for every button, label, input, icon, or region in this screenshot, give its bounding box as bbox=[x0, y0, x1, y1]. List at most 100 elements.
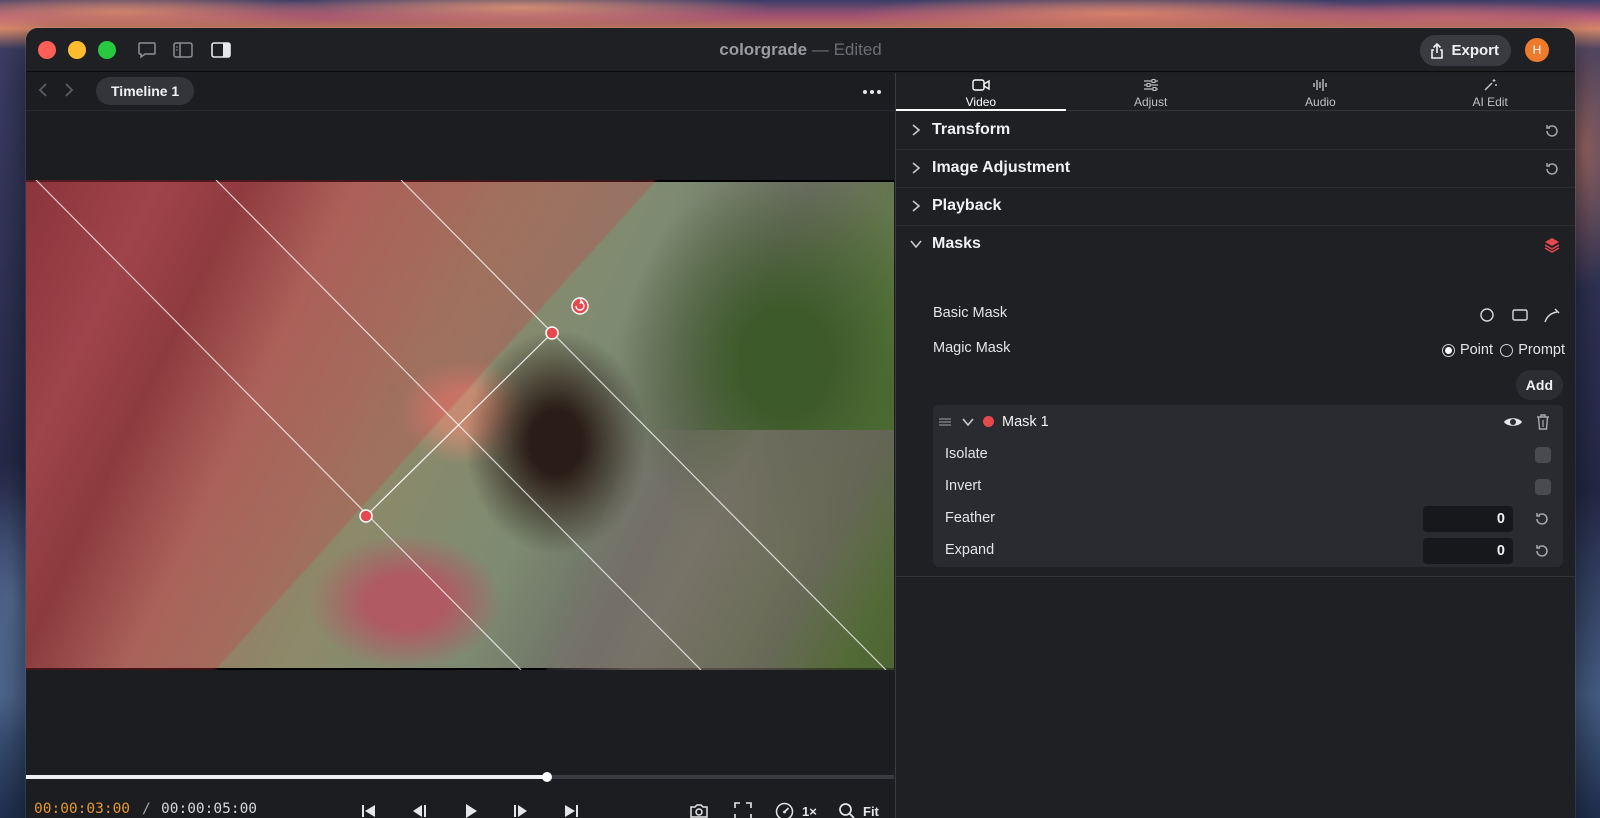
chevron-down-icon[interactable] bbox=[962, 416, 974, 428]
reset-icon[interactable] bbox=[1543, 122, 1561, 140]
invert-label: Invert bbox=[945, 478, 982, 494]
magic-wand-icon bbox=[1482, 77, 1498, 93]
waveform-icon bbox=[1312, 77, 1328, 93]
section-playback-title: Playback bbox=[932, 197, 1002, 214]
chevron-right-icon bbox=[912, 200, 921, 212]
export-button[interactable]: Export bbox=[1420, 35, 1511, 66]
section-image-adjustment[interactable]: Image Adjustment bbox=[896, 150, 1575, 188]
chevron-down-icon bbox=[910, 240, 922, 249]
invert-checkbox[interactable] bbox=[1535, 479, 1551, 495]
mask-handle-end[interactable] bbox=[545, 326, 559, 340]
document-name: colorgrade bbox=[719, 40, 808, 59]
section-image-adjustment-title: Image Adjustment bbox=[932, 159, 1071, 176]
tab-adjust-label: Adjust bbox=[1133, 95, 1168, 109]
mask-rotate-handle[interactable] bbox=[571, 297, 589, 315]
playback-scrubber[interactable] bbox=[26, 772, 894, 782]
transport-bar: 00:00:03:00 / 00:00:05:00 1× Fit bbox=[26, 791, 894, 818]
magic-mask-label: Magic Mask bbox=[933, 340, 1011, 356]
section-masks-title: Masks bbox=[932, 235, 981, 252]
isolate-checkbox[interactable] bbox=[1535, 447, 1551, 463]
inspector-panel: Video Adjust Audio AI Edit Transform Ima… bbox=[895, 73, 1575, 818]
chevron-right-icon bbox=[912, 162, 921, 174]
feather-input[interactable]: 0 bbox=[1423, 506, 1513, 532]
avatar[interactable]: H bbox=[1525, 38, 1549, 62]
mask-handle-start[interactable] bbox=[359, 509, 373, 523]
section-playback[interactable]: Playback bbox=[896, 188, 1575, 226]
ellipse-mask-icon[interactable] bbox=[1478, 306, 1496, 324]
playback-speed-control[interactable]: 1× bbox=[775, 800, 817, 818]
chevron-right-icon bbox=[912, 124, 921, 136]
video-camera-icon bbox=[972, 77, 990, 93]
masks-section-divider bbox=[896, 576, 1575, 577]
invert-row: Invert bbox=[945, 471, 1563, 503]
previous-frame-icon[interactable] bbox=[408, 800, 430, 818]
export-label: Export bbox=[1451, 42, 1499, 59]
current-timecode: 00:00:03:00 bbox=[34, 801, 131, 817]
total-timecode: 00:00:05:00 bbox=[161, 801, 258, 817]
radio-prompt-indicator bbox=[1500, 343, 1514, 357]
app-window: colorgrade — Edited Export H Timeline 1 bbox=[26, 28, 1575, 818]
tab-ai-edit[interactable]: AI Edit bbox=[1405, 73, 1575, 110]
radio-point[interactable]: Point bbox=[1441, 342, 1493, 358]
eye-icon[interactable] bbox=[1503, 414, 1523, 430]
forward-arrow-icon[interactable] bbox=[64, 82, 80, 102]
scrubber-playhead[interactable] bbox=[541, 772, 552, 782]
tab-ai-edit-label: AI Edit bbox=[1472, 95, 1508, 109]
more-options-icon[interactable] bbox=[862, 84, 882, 100]
mask-name: Mask 1 bbox=[1002, 414, 1049, 430]
tab-video-label: Video bbox=[965, 95, 997, 109]
viewer-toolbar: Timeline 1 bbox=[26, 73, 894, 111]
isolate-label: Isolate bbox=[945, 446, 988, 462]
tab-adjust[interactable]: Adjust bbox=[1066, 73, 1236, 110]
scrubber-progress bbox=[26, 775, 547, 779]
expand-row: Expand 0 bbox=[945, 535, 1563, 567]
timeline-tab[interactable]: Timeline 1 bbox=[96, 77, 195, 105]
layers-icon bbox=[1544, 238, 1560, 253]
trash-icon[interactable] bbox=[1535, 413, 1551, 431]
isolate-row: Isolate bbox=[945, 439, 1563, 471]
radio-point-indicator bbox=[1441, 343, 1455, 357]
timecode-separator: / bbox=[142, 801, 151, 817]
back-arrow-icon[interactable] bbox=[38, 82, 54, 102]
play-icon[interactable] bbox=[460, 800, 482, 818]
add-mask-button[interactable]: Add bbox=[1515, 370, 1563, 400]
video-preview[interactable] bbox=[26, 180, 894, 670]
magnifier-icon bbox=[839, 803, 855, 818]
tab-audio[interactable]: Audio bbox=[1236, 73, 1406, 110]
tab-video[interactable]: Video bbox=[896, 73, 1066, 111]
feather-row: Feather 0 bbox=[945, 503, 1563, 535]
rectangle-mask-icon[interactable] bbox=[1511, 306, 1529, 324]
next-frame-icon[interactable] bbox=[510, 800, 532, 818]
section-masks[interactable]: Masks bbox=[896, 226, 1575, 264]
inspector-tabs: Video Adjust Audio AI Edit bbox=[896, 73, 1575, 111]
feather-label: Feather bbox=[945, 510, 995, 526]
mask-color-dot bbox=[983, 416, 994, 427]
speedometer-icon bbox=[775, 802, 794, 818]
window-title: colorgrade — Edited bbox=[26, 40, 1575, 60]
section-transform-title: Transform bbox=[932, 121, 1011, 138]
fullscreen-icon[interactable] bbox=[732, 800, 754, 818]
basic-mask-label: Basic Mask bbox=[933, 305, 1008, 321]
title-separator: — bbox=[811, 40, 829, 59]
reset-icon[interactable] bbox=[1543, 160, 1561, 178]
pen-mask-icon[interactable] bbox=[1543, 306, 1561, 324]
snapshot-camera-icon[interactable] bbox=[688, 800, 710, 818]
reset-icon[interactable] bbox=[1533, 542, 1551, 560]
radio-prompt[interactable]: Prompt bbox=[1500, 342, 1565, 358]
video-viewer: Timeline 1 00:00:03:00 / 00:00:05:00 1× … bbox=[26, 73, 894, 818]
linear-mask-guides bbox=[35, 180, 887, 670]
skip-to-end-icon[interactable] bbox=[560, 800, 582, 818]
skip-to-start-icon[interactable] bbox=[358, 800, 380, 818]
tab-audio-label: Audio bbox=[1305, 95, 1336, 109]
title-bar: colorgrade — Edited Export H bbox=[26, 28, 1575, 72]
zoom-fit-control[interactable]: Fit bbox=[838, 800, 879, 818]
sliders-icon bbox=[1143, 77, 1159, 93]
speed-label: 1× bbox=[802, 803, 817, 818]
section-transform[interactable]: Transform bbox=[896, 112, 1575, 150]
zoom-label: Fit bbox=[863, 803, 879, 818]
reset-icon[interactable] bbox=[1533, 510, 1551, 528]
radio-point-label: Point bbox=[1459, 342, 1493, 358]
expand-input[interactable]: 0 bbox=[1423, 538, 1513, 564]
mask-item-header: Mask 1 bbox=[933, 405, 1563, 439]
drag-handle-icon[interactable] bbox=[938, 416, 952, 428]
